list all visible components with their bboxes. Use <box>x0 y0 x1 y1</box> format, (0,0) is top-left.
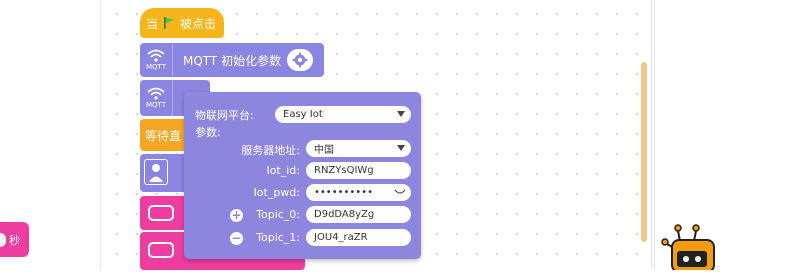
chevron-down-icon <box>397 111 405 117</box>
badge-circle-icon <box>0 232 6 247</box>
topic0-input[interactable]: D9dDA8yZg <box>306 206 411 223</box>
mqtt-icon-label: MQTT <box>146 63 166 71</box>
person-icon <box>144 159 168 185</box>
topic0-value: D9dDA8yZg <box>314 209 375 220</box>
topic1-label: Topic_1: <box>256 231 300 244</box>
settings-gear-icon[interactable] <box>287 49 314 71</box>
server-label: 服务器地址: <box>241 144 300 157</box>
server-select[interactable]: 中国 <box>306 140 411 157</box>
seconds-badge[interactable]: 秒 <box>0 222 29 257</box>
robot-mascot <box>660 222 720 273</box>
wait-until-label: 等待直 <box>145 128 182 143</box>
server-value: 中国 <box>314 145 334 156</box>
eye-icon[interactable] <box>394 189 406 196</box>
iot-id-label: Iot_id: <box>266 164 300 177</box>
clicked-label: 被点击 <box>180 16 217 31</box>
iot-id-input[interactable]: RNZYsQIWg <box>306 162 411 179</box>
mqtt-init-block[interactable]: MQTT MQTT 初始化参数 <box>140 43 324 77</box>
iot-pwd-input[interactable]: •••••••••• <box>306 184 411 201</box>
mqtt-wifi-icon-2: MQTT <box>140 80 173 116</box>
iot-id-value: RNZYsQIWg <box>314 165 374 176</box>
green-flag-icon <box>164 17 175 29</box>
params-label: 参数: <box>195 126 221 139</box>
workspace-scrollbar[interactable] <box>641 62 647 242</box>
mqtt-init-label: MQTT 初始化参数 <box>183 53 282 68</box>
when-label: 当 <box>146 16 159 31</box>
topic1-value: JOU4_raZR <box>314 232 368 243</box>
chevron-down-icon <box>397 145 405 151</box>
mqtt-settings-popup: 物联网平台: Easy Iot 参数: 服务器地址: 中国 Iot_id: RN… <box>184 92 421 259</box>
badge-label: 秒 <box>9 233 20 247</box>
platform-select[interactable]: Easy Iot <box>275 106 411 123</box>
mqtt-wifi-icon: MQTT <box>140 44 173 76</box>
topic1-input[interactable]: JOU4_raZR <box>306 229 411 246</box>
when-flag-clicked-block[interactable]: 当 被点击 <box>140 8 224 38</box>
iot-pwd-value: •••••••••• <box>314 187 373 198</box>
iot-pwd-label: Iot_pwd: <box>253 186 300 199</box>
mqtt-icon-label-2: MQTT <box>146 101 166 109</box>
topic0-label: Topic_0: <box>256 208 300 221</box>
platform-value: Easy Iot <box>283 109 323 120</box>
pink-block-icon-2 <box>148 242 174 258</box>
platform-label: 物联网平台: <box>195 109 254 122</box>
pink-block-icon-1 <box>148 205 174 221</box>
